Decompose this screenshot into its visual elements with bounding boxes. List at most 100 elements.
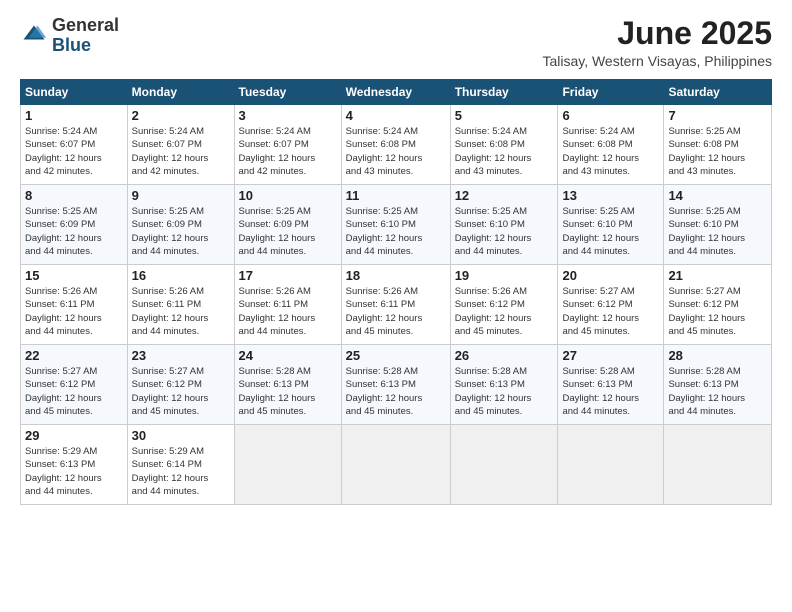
calendar-week-row: 1 Sunrise: 5:24 AMSunset: 6:07 PMDaylight…: [21, 105, 772, 185]
day-number: 26: [455, 348, 554, 363]
logo-icon: [20, 22, 48, 50]
table-row: 27 Sunrise: 5:28 AMSunset: 6:13 PMDayligh…: [558, 345, 664, 425]
day-number: 25: [346, 348, 446, 363]
table-row: 19 Sunrise: 5:26 AMSunset: 6:12 PMDayligh…: [450, 265, 558, 345]
table-row: 26 Sunrise: 5:28 AMSunset: 6:13 PMDayligh…: [450, 345, 558, 425]
day-number: 15: [25, 268, 123, 283]
table-row: 12 Sunrise: 5:25 AMSunset: 6:10 PMDayligh…: [450, 185, 558, 265]
calendar-page: General Blue June 2025 Talisay, Western …: [0, 0, 792, 612]
day-info: Sunrise: 5:27 AMSunset: 6:12 PMDaylight:…: [25, 365, 123, 418]
table-row: 11 Sunrise: 5:25 AMSunset: 6:10 PMDayligh…: [341, 185, 450, 265]
day-info: Sunrise: 5:24 AMSunset: 6:07 PMDaylight:…: [239, 125, 337, 178]
table-row: 4 Sunrise: 5:24 AMSunset: 6:08 PMDaylight…: [341, 105, 450, 185]
day-number: 19: [455, 268, 554, 283]
table-row: [664, 425, 772, 505]
day-info: Sunrise: 5:28 AMSunset: 6:13 PMDaylight:…: [346, 365, 446, 418]
day-info: Sunrise: 5:26 AMSunset: 6:12 PMDaylight:…: [455, 285, 554, 338]
day-number: 23: [132, 348, 230, 363]
day-number: 13: [562, 188, 659, 203]
header-tuesday: Tuesday: [234, 80, 341, 105]
table-row: 3 Sunrise: 5:24 AMSunset: 6:07 PMDaylight…: [234, 105, 341, 185]
day-info: Sunrise: 5:25 AMSunset: 6:10 PMDaylight:…: [668, 205, 767, 258]
day-number: 29: [25, 428, 123, 443]
day-info: Sunrise: 5:24 AMSunset: 6:07 PMDaylight:…: [132, 125, 230, 178]
day-number: 16: [132, 268, 230, 283]
header-saturday: Saturday: [664, 80, 772, 105]
day-info: Sunrise: 5:24 AMSunset: 6:08 PMDaylight:…: [455, 125, 554, 178]
day-info: Sunrise: 5:28 AMSunset: 6:13 PMDaylight:…: [562, 365, 659, 418]
day-info: Sunrise: 5:27 AMSunset: 6:12 PMDaylight:…: [668, 285, 767, 338]
day-info: Sunrise: 5:27 AMSunset: 6:12 PMDaylight:…: [562, 285, 659, 338]
table-row: 20 Sunrise: 5:27 AMSunset: 6:12 PMDayligh…: [558, 265, 664, 345]
calendar-week-row: 22 Sunrise: 5:27 AMSunset: 6:12 PMDayligh…: [21, 345, 772, 425]
day-number: 27: [562, 348, 659, 363]
day-info: Sunrise: 5:28 AMSunset: 6:13 PMDaylight:…: [239, 365, 337, 418]
day-info: Sunrise: 5:24 AMSunset: 6:08 PMDaylight:…: [562, 125, 659, 178]
table-row: 24Sunrise: 5:28 AMSunset: 6:13 PMDayligh…: [234, 345, 341, 425]
logo-text: General Blue: [52, 16, 119, 56]
day-number: 2: [132, 108, 230, 123]
day-info: Sunrise: 5:24 AMSunset: 6:07 PMDaylight:…: [25, 125, 123, 178]
day-info: Sunrise: 5:26 AMSunset: 6:11 PMDaylight:…: [346, 285, 446, 338]
table-row: 13 Sunrise: 5:25 AMSunset: 6:10 PMDayligh…: [558, 185, 664, 265]
day-number: 3: [239, 108, 337, 123]
day-info: Sunrise: 5:25 AMSunset: 6:10 PMDaylight:…: [346, 205, 446, 258]
table-row: 1 Sunrise: 5:24 AMSunset: 6:07 PMDaylight…: [21, 105, 128, 185]
table-row: 2 Sunrise: 5:24 AMSunset: 6:07 PMDaylight…: [127, 105, 234, 185]
day-number: 22: [25, 348, 123, 363]
day-info: Sunrise: 5:25 AMSunset: 6:09 PMDaylight:…: [25, 205, 123, 258]
day-number: 17: [239, 268, 337, 283]
logo: General Blue: [20, 16, 119, 56]
day-number: 7: [668, 108, 767, 123]
table-row: [234, 425, 341, 505]
day-number: 28: [668, 348, 767, 363]
day-info: Sunrise: 5:28 AMSunset: 6:13 PMDaylight:…: [455, 365, 554, 418]
day-number: 18: [346, 268, 446, 283]
day-number: 20: [562, 268, 659, 283]
day-number: 9: [132, 188, 230, 203]
day-number: 30: [132, 428, 230, 443]
day-info: Sunrise: 5:29 AMSunset: 6:13 PMDaylight:…: [25, 445, 123, 498]
header-friday: Friday: [558, 80, 664, 105]
title-block: June 2025 Talisay, Western Visayas, Phil…: [542, 16, 772, 69]
table-row: 15 Sunrise: 5:26 AMSunset: 6:11 PMDayligh…: [21, 265, 128, 345]
calendar-table: Sunday Monday Tuesday Wednesday Thursday…: [20, 79, 772, 505]
day-number: 10: [239, 188, 337, 203]
header-monday: Monday: [127, 80, 234, 105]
table-row: [341, 425, 450, 505]
day-info: Sunrise: 5:26 AMSunset: 6:11 PMDaylight:…: [239, 285, 337, 338]
table-row: 28Sunrise: 5:28 AMSunset: 6:13 PMDayligh…: [664, 345, 772, 425]
table-row: 9 Sunrise: 5:25 AMSunset: 6:09 PMDaylight…: [127, 185, 234, 265]
day-info: Sunrise: 5:25 AMSunset: 6:09 PMDaylight:…: [132, 205, 230, 258]
header-thursday: Thursday: [450, 80, 558, 105]
table-row: 17 Sunrise: 5:26 AMSunset: 6:11 PMDayligh…: [234, 265, 341, 345]
table-row: 30 Sunrise: 5:29 AMSunset: 6:14 PMDayligh…: [127, 425, 234, 505]
day-info: Sunrise: 5:26 AMSunset: 6:11 PMDaylight:…: [132, 285, 230, 338]
table-row: [450, 425, 558, 505]
calendar-week-row: 15 Sunrise: 5:26 AMSunset: 6:11 PMDayligh…: [21, 265, 772, 345]
day-info: Sunrise: 5:29 AMSunset: 6:14 PMDaylight:…: [132, 445, 230, 498]
header-sunday: Sunday: [21, 80, 128, 105]
day-number: 11: [346, 188, 446, 203]
day-info: Sunrise: 5:25 AMSunset: 6:10 PMDaylight:…: [562, 205, 659, 258]
day-info: Sunrise: 5:26 AMSunset: 6:11 PMDaylight:…: [25, 285, 123, 338]
table-row: 6 Sunrise: 5:24 AMSunset: 6:08 PMDaylight…: [558, 105, 664, 185]
day-number: 6: [562, 108, 659, 123]
table-row: 25 Sunrise: 5:28 AMSunset: 6:13 PMDayligh…: [341, 345, 450, 425]
day-info: Sunrise: 5:27 AMSunset: 6:12 PMDaylight:…: [132, 365, 230, 418]
table-row: 29 Sunrise: 5:29 AMSunset: 6:13 PMDayligh…: [21, 425, 128, 505]
header-wednesday: Wednesday: [341, 80, 450, 105]
day-info: Sunrise: 5:24 AMSunset: 6:08 PMDaylight:…: [346, 125, 446, 178]
table-row: 23 Sunrise: 5:27 AMSunset: 6:12 PMDayligh…: [127, 345, 234, 425]
day-info: Sunrise: 5:25 AMSunset: 6:10 PMDaylight:…: [455, 205, 554, 258]
day-number: 5: [455, 108, 554, 123]
weekday-header-row: Sunday Monday Tuesday Wednesday Thursday…: [21, 80, 772, 105]
table-row: 22 Sunrise: 5:27 AMSunset: 6:12 PMDayligh…: [21, 345, 128, 425]
day-number: 12: [455, 188, 554, 203]
table-row: 5 Sunrise: 5:24 AMSunset: 6:08 PMDaylight…: [450, 105, 558, 185]
day-info: Sunrise: 5:25 AMSunset: 6:08 PMDaylight:…: [668, 125, 767, 178]
day-number: 1: [25, 108, 123, 123]
table-row: [558, 425, 664, 505]
page-header: General Blue June 2025 Talisay, Western …: [20, 16, 772, 69]
day-number: 4: [346, 108, 446, 123]
